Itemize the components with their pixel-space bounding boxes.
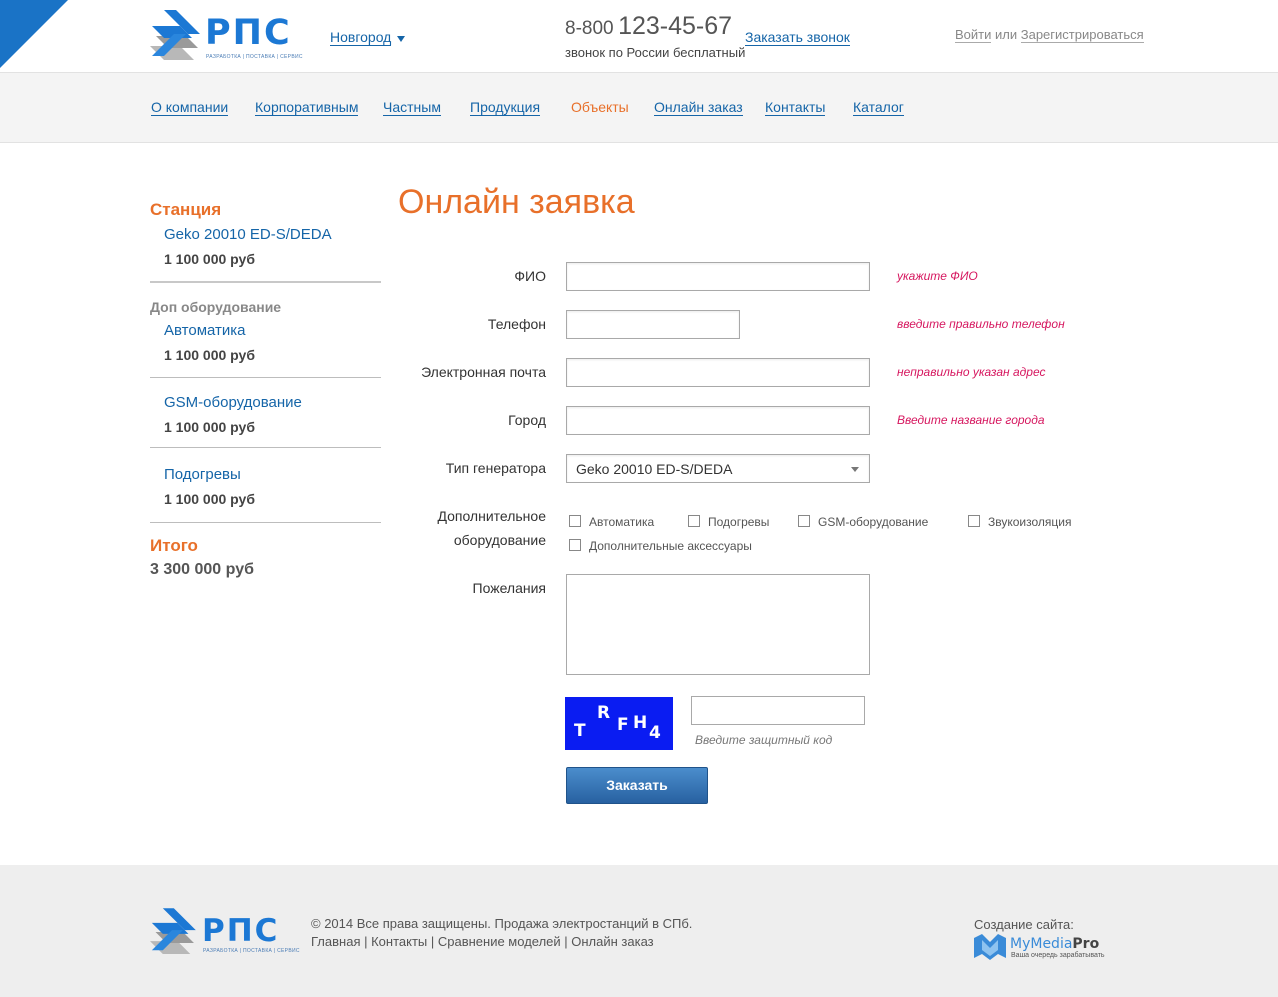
- checkbox-gsm[interactable]: [798, 515, 810, 527]
- studio-tagline: Ваша очередь зарабатывать: [1011, 952, 1105, 959]
- main-nav: О компании Корпоративным Частным Продукц…: [0, 72, 1278, 143]
- city-label: Город: [508, 412, 546, 428]
- captcha-char: 4: [649, 723, 661, 743]
- phone-error: введите правильно телефон: [897, 317, 1065, 331]
- wishes-label: Пожелания: [472, 580, 546, 596]
- captcha-char: H: [633, 713, 648, 733]
- extra-item-price: 1 100 000 руб: [164, 419, 255, 435]
- extras-label-line2: оборудование: [453, 532, 546, 548]
- nav-item-private[interactable]: Частным: [383, 100, 441, 116]
- top-header: РПС РАЗРАБОТКА | ПОСТАВКА | СЕРВИС Новго…: [0, 0, 1278, 72]
- logo-text: РПС: [205, 13, 292, 53]
- station-price: 1 100 000 руб: [164, 251, 255, 267]
- total-value: 3 300 000 руб: [150, 561, 254, 578]
- nav-item-objects[interactable]: Объекты: [571, 100, 629, 115]
- checkbox-label: GSM-оборудование: [818, 515, 929, 529]
- extras-title: Доп оборудование: [150, 299, 282, 315]
- nav-item-about[interactable]: О компании: [151, 100, 229, 116]
- phone-note: звонок по России бесплатный: [565, 45, 746, 60]
- wishes-textarea[interactable]: [566, 574, 870, 675]
- footer-logo[interactable]: РПС РАЗРАБОТКА | ПОСТАВКА | СЕРВИС: [150, 908, 299, 956]
- checkbox-automation[interactable]: [569, 515, 581, 527]
- email-field[interactable]: [566, 358, 870, 387]
- nav-item-online-order[interactable]: Онлайн заказ: [654, 100, 743, 116]
- phone-label: Телефон: [487, 316, 546, 332]
- footer-link-home[interactable]: Главная: [311, 934, 360, 949]
- logo-tagline: РАЗРАБОТКА | ПОСТАВКА | СЕРВИС: [203, 948, 300, 954]
- studio-name: MyMediaPro: [1010, 936, 1099, 952]
- checkbox-label: Дополнительные аксессуары: [589, 539, 752, 553]
- email-error: неправильно указан адрес: [897, 365, 1046, 379]
- callback-link[interactable]: Заказать звонок: [745, 30, 850, 46]
- extra-item-price: 1 100 000 руб: [164, 491, 255, 507]
- corner-decoration: [0, 0, 68, 68]
- generator-select-value: Geko 20010 ED-S/DEDA: [576, 461, 733, 477]
- nav-item-contacts[interactable]: Контакты: [765, 100, 826, 116]
- or-text: или: [995, 27, 1018, 42]
- studio-logo[interactable]: MyMediaPro Ваша очередь зарабатывать: [974, 934, 1114, 962]
- register-link[interactable]: Зарегистрироваться: [1020, 27, 1144, 43]
- copyright-text: © 2014 Все права защищены. Продажа элект…: [311, 916, 693, 931]
- login-link[interactable]: Войти: [955, 27, 992, 43]
- nav-item-products[interactable]: Продукция: [470, 100, 541, 116]
- logo-text: РПС: [202, 913, 280, 949]
- station-title: Станция: [150, 200, 222, 219]
- extra-item-link[interactable]: GSM-оборудование: [164, 394, 302, 411]
- studio-name-a: MyMedia: [1010, 936, 1073, 952]
- extras-label: Дополнительное: [437, 508, 546, 524]
- checkbox-soundproofing[interactable]: [968, 515, 980, 527]
- checkbox-label: Подогревы: [708, 515, 770, 529]
- city-error: Введите название города: [897, 413, 1045, 427]
- page-title: Онлайн заявка: [398, 183, 635, 221]
- checkbox-label: Звукоизоляция: [988, 515, 1072, 529]
- generator-label: Тип генератора: [445, 460, 546, 476]
- studio-name-b: Pro: [1072, 936, 1100, 952]
- logo-tagline: РАЗРАБОТКА | ПОСТАВКА | СЕРВИС: [206, 54, 303, 60]
- captcha-char: T: [574, 721, 586, 741]
- auth-links: Войти или Зарегистрироваться: [955, 27, 1144, 43]
- site-logo[interactable]: РПС РАЗРАБОТКА | ПОСТАВКА | СЕРВИС: [150, 10, 302, 62]
- captcha-hint: Введите защитный код: [695, 733, 833, 747]
- extra-item-price: 1 100 000 руб: [164, 347, 255, 363]
- extra-item-link[interactable]: Подогревы: [164, 466, 241, 483]
- chevron-down-icon[interactable]: [397, 36, 405, 42]
- phone-number: 8-800 123-45-67: [565, 12, 732, 41]
- fio-label: ФИО: [514, 268, 546, 284]
- footer-link-compare[interactable]: Сравнение моделей: [438, 934, 561, 949]
- captcha-image: T R F H 4: [565, 697, 673, 750]
- made-by-label: Создание сайта:: [974, 917, 1074, 932]
- checkbox-label: Автоматика: [589, 515, 655, 529]
- total-title: Итого: [150, 536, 198, 555]
- phone-digits: 123-45-67: [618, 12, 733, 40]
- divider: [150, 447, 381, 448]
- generator-select[interactable]: Geko 20010 ED-S/DEDA: [566, 454, 870, 483]
- captcha-char: R: [597, 703, 611, 723]
- checkbox-heaters[interactable]: [688, 515, 700, 527]
- chevron-down-icon: [851, 467, 859, 472]
- captcha-char: F: [617, 715, 629, 735]
- submit-order-button[interactable]: Заказать: [566, 767, 708, 804]
- extra-item-link[interactable]: Автоматика: [164, 322, 246, 339]
- nav-item-catalog[interactable]: Каталог: [853, 100, 904, 116]
- fio-field[interactable]: [566, 262, 870, 291]
- email-label: Электронная почта: [421, 364, 546, 380]
- mymediapro-logo-icon: [974, 934, 1006, 960]
- phone-field[interactable]: [566, 310, 740, 339]
- nav-item-corporate[interactable]: Корпоративным: [255, 100, 359, 116]
- phone-prefix: 8-800: [565, 18, 614, 39]
- footer-link-order[interactable]: Онлайн заказ: [571, 934, 653, 949]
- footer-links: Главная | Контакты | Сравнение моделей |…: [311, 934, 654, 949]
- captcha-input[interactable]: [691, 696, 865, 725]
- checkbox-accessories[interactable]: [569, 539, 581, 551]
- fio-error: укажите ФИО: [897, 269, 978, 283]
- city-selector[interactable]: Новгород: [330, 30, 392, 46]
- footer-link-contacts[interactable]: Контакты: [371, 934, 427, 949]
- city-field[interactable]: [566, 406, 870, 435]
- station-name-link[interactable]: Geko 20010 ED-S/DEDA: [164, 226, 332, 243]
